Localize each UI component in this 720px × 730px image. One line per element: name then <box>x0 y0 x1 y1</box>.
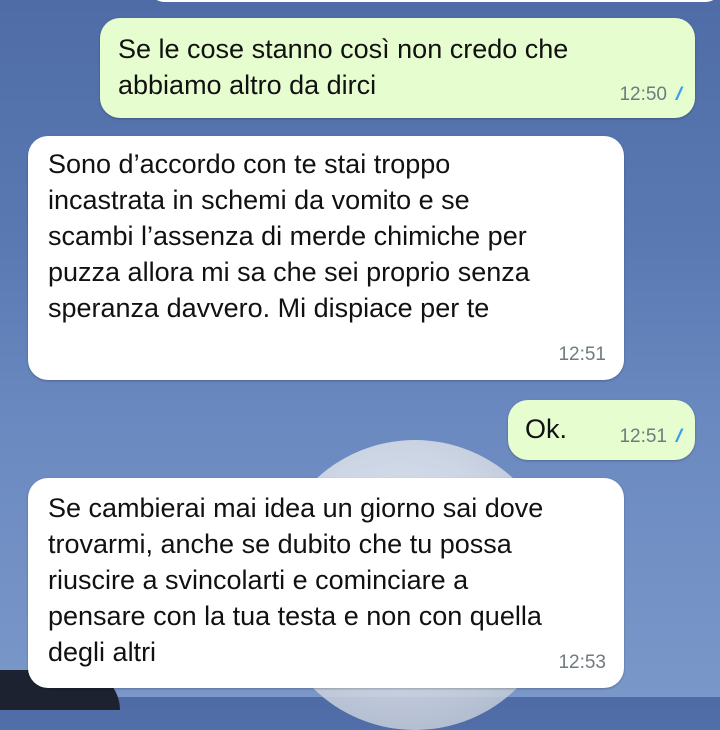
message-outgoing[interactable]: Ok. 12:51// <box>508 400 695 460</box>
message-text: Se le cose stanno così non credo che abb… <box>118 34 569 100</box>
message-time: 12:51 <box>558 344 606 365</box>
message-meta: 12:53 <box>558 652 606 674</box>
previous-message-bubble[interactable] <box>150 0 720 2</box>
message-text: Sono d’accordo con te stai troppo incast… <box>48 149 530 323</box>
message-time: 12:51 <box>619 426 667 447</box>
message-time: 12:50 <box>619 84 667 105</box>
message-incoming[interactable]: Sono d’accordo con te stai troppo incast… <box>28 136 624 380</box>
message-outgoing[interactable]: Se le cose stanno così non credo che abb… <box>100 18 695 118</box>
message-meta: 12:50// <box>619 83 683 106</box>
message-incoming[interactable]: Se cambierai mai idea un giorno sai dove… <box>28 478 624 688</box>
message-text: Se cambierai mai idea un giorno sai dove… <box>48 493 544 667</box>
message-text: Ok. <box>525 414 568 444</box>
message-meta: 12:51// <box>619 425 683 448</box>
message-meta: 12:51 <box>558 344 606 366</box>
message-time: 12:53 <box>558 652 606 673</box>
